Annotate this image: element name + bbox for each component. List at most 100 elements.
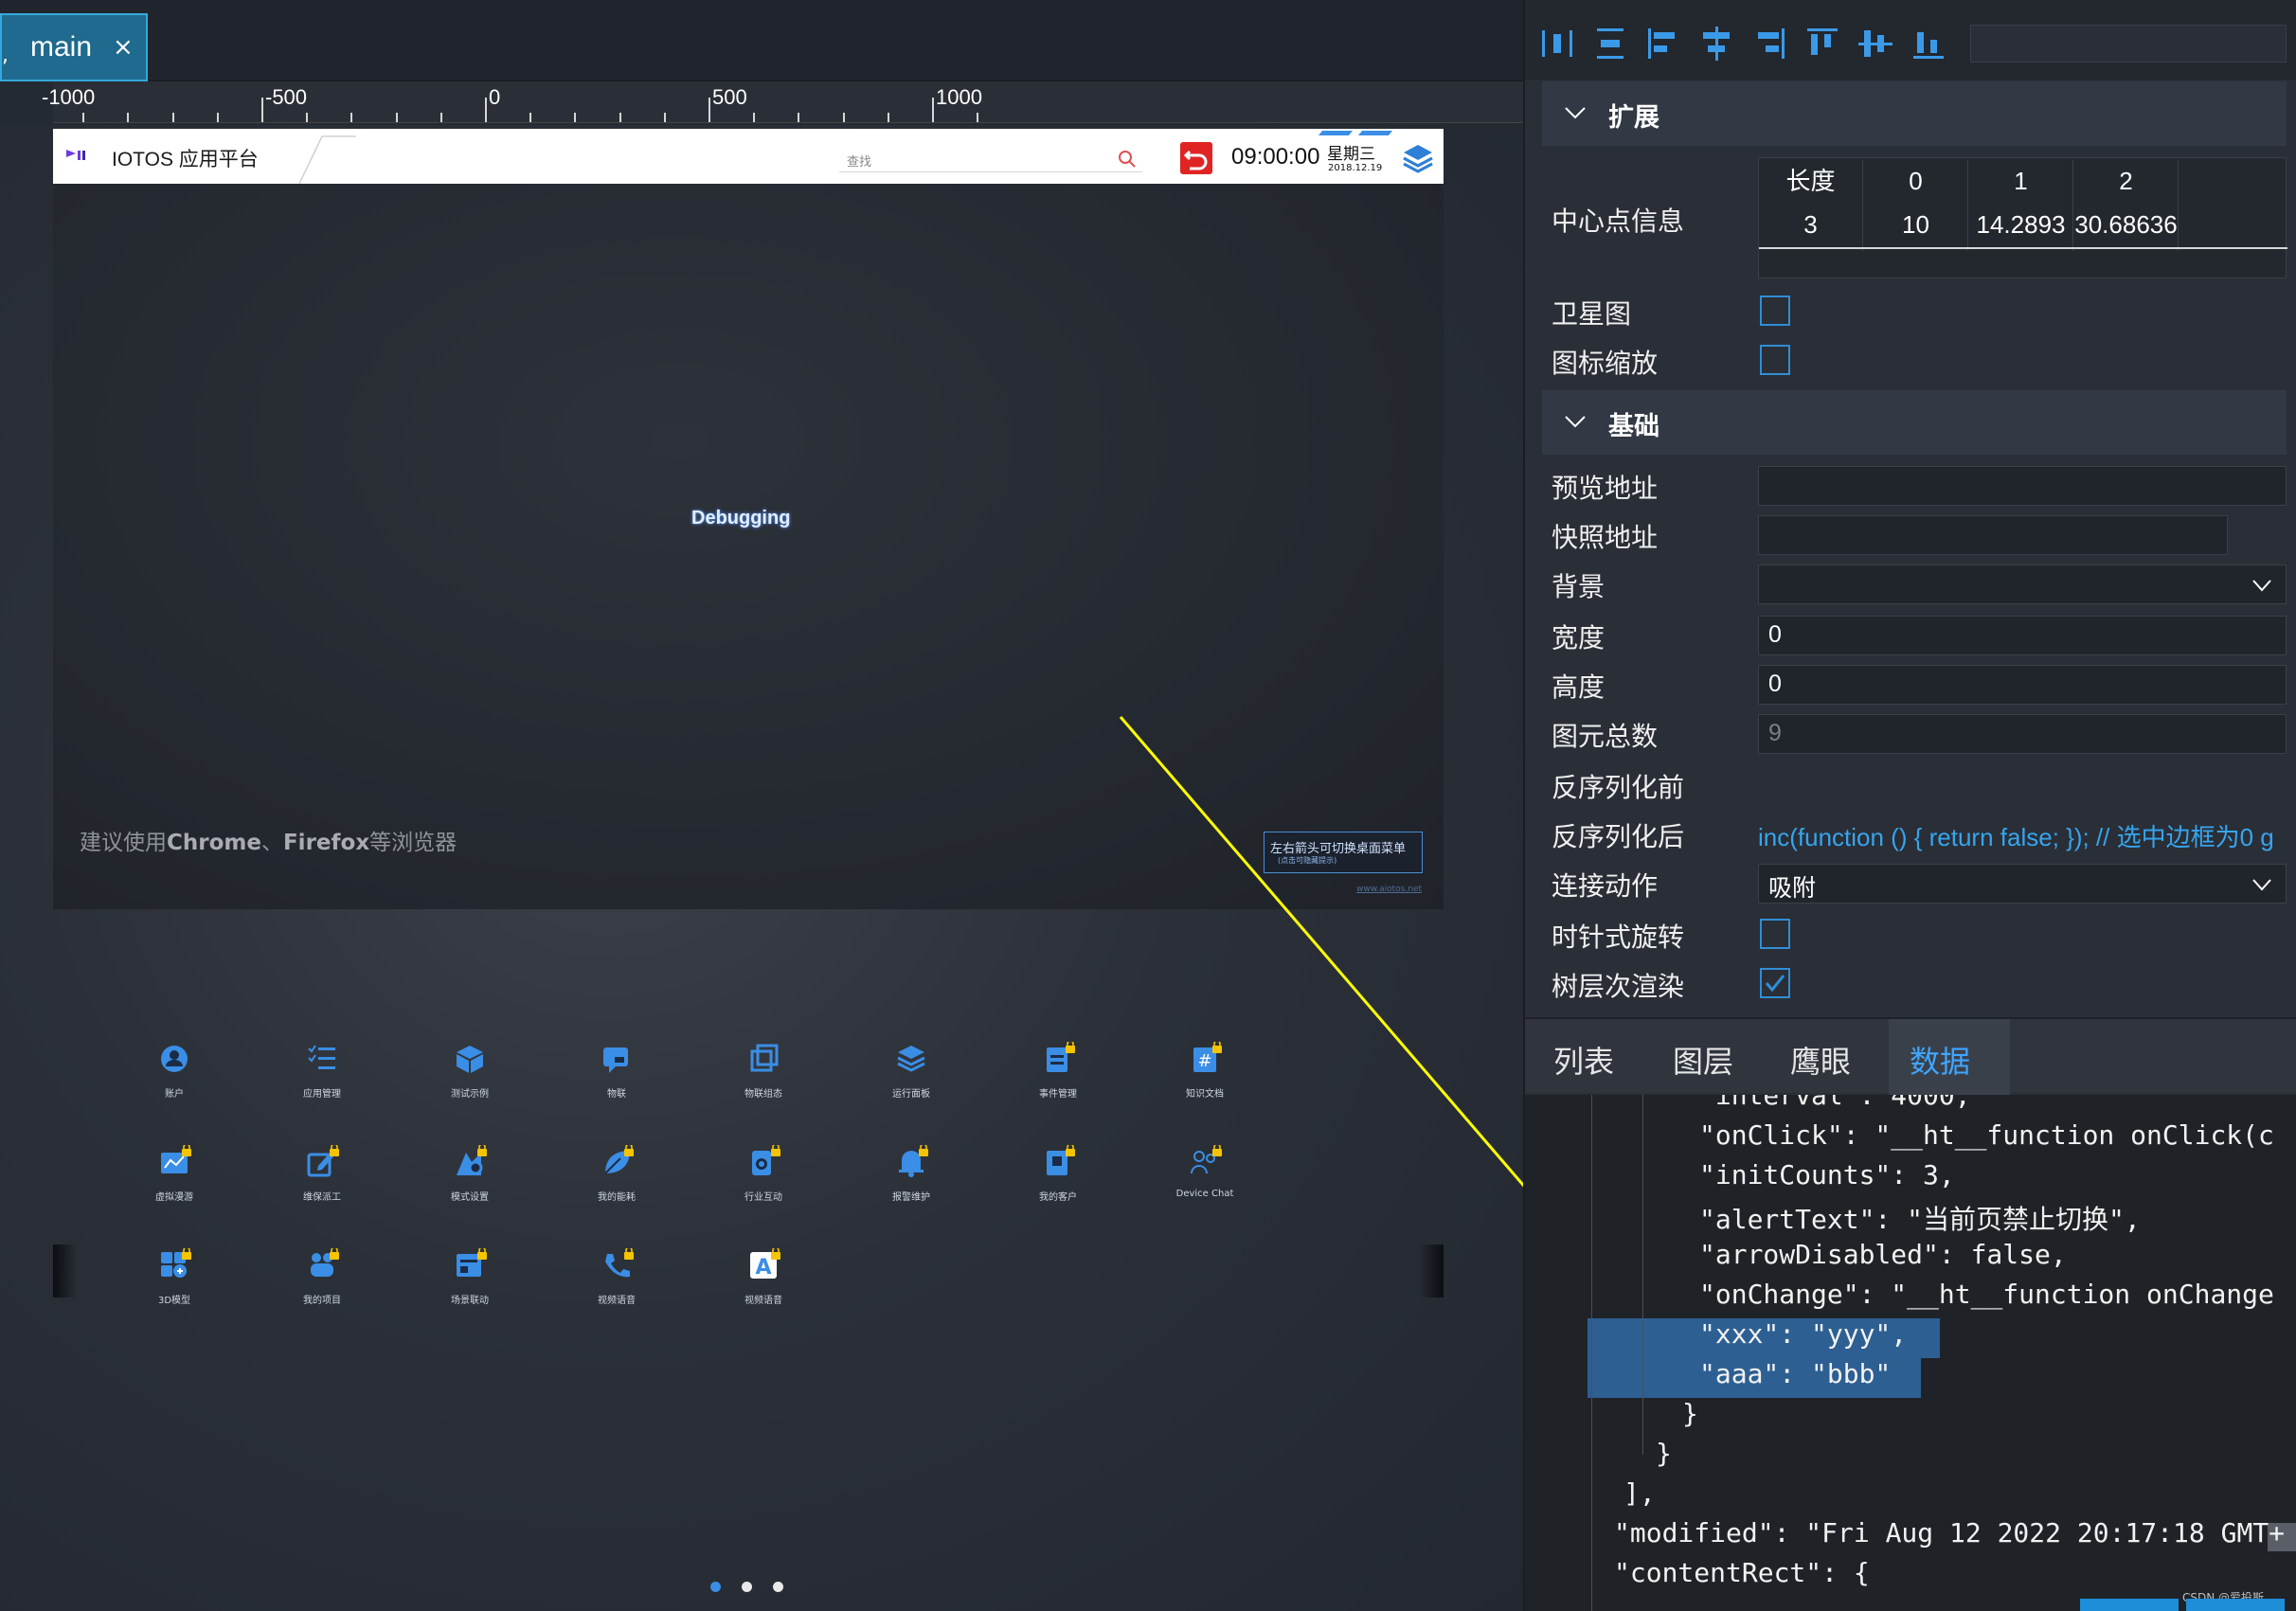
hint-bubble[interactable]: 左右箭头可切换桌面菜单 (点击可隐藏提示) — [1264, 832, 1423, 873]
desktop-app[interactable]: 运行面板 — [854, 1042, 968, 1108]
width-input[interactable]: 0 — [1758, 616, 2287, 655]
preview-url-input[interactable] — [1758, 466, 2287, 506]
desktop-app-label: 虚拟漫游 — [155, 1192, 193, 1203]
chevron-down-icon — [2252, 879, 2271, 891]
desktop-app[interactable]: 视频语音 — [560, 1246, 673, 1315]
lock-icon — [624, 1143, 634, 1156]
page-dot[interactable] — [742, 1582, 752, 1592]
align-middle-icon[interactable] — [1855, 23, 1896, 64]
search-placeholder: 查找 — [847, 155, 872, 170]
ruler-tick — [619, 113, 621, 122]
close-icon[interactable]: × — [113, 33, 134, 62]
align-right-icon[interactable] — [1749, 23, 1790, 64]
distribute-vertical-icon[interactable] — [1589, 23, 1631, 64]
background-select[interactable] — [1758, 564, 2287, 604]
align-center-icon[interactable] — [1695, 23, 1737, 64]
tab-layers[interactable]: 图层 — [1673, 1038, 1733, 1082]
desktop-app[interactable]: 应用管理 — [265, 1042, 379, 1108]
section-extend[interactable]: 扩展 — [1542, 81, 2287, 146]
table-cell[interactable]: 10 — [1864, 204, 1968, 251]
desktop-app[interactable]: # 知识文档 — [1148, 1040, 1262, 1108]
desktop-app-label: Device Chat — [1175, 1189, 1234, 1199]
desktop-app[interactable]: 我的能耗 — [560, 1143, 673, 1211]
search-input[interactable]: 查找 — [839, 146, 1142, 172]
desktop-app[interactable]: 模式设置 — [413, 1143, 527, 1211]
user-icon — [161, 1046, 188, 1072]
clipboard-icon — [1047, 1040, 1075, 1072]
satellite-checkbox[interactable] — [1760, 295, 1790, 326]
desktop-app-label: 账户 — [165, 1089, 184, 1100]
desktop-app[interactable]: 3D模型 — [117, 1246, 231, 1315]
desktop-app[interactable]: 账户 — [117, 1042, 231, 1108]
height-input[interactable]: 0 — [1758, 665, 2287, 705]
tree-render-checkbox[interactable] — [1760, 968, 1790, 998]
background-label: 背景 — [1552, 571, 1605, 602]
ruler-label: 500 — [712, 85, 747, 109]
preview-frame[interactable]: IOTOS 应用平台 查找 09:00:00 星期三 2018.12.19 De… — [53, 129, 1444, 909]
desktop-app[interactable]: 物联 — [560, 1042, 673, 1108]
icon-scale-checkbox[interactable] — [1760, 345, 1790, 375]
layers-icon[interactable] — [1402, 142, 1434, 174]
gear-person-icon — [457, 1143, 487, 1175]
connect-action-value: 吸附 — [1768, 875, 1817, 902]
preview-url-label: 预览地址 — [1552, 473, 1659, 504]
desktop-app[interactable]: Device Chat — [1148, 1143, 1262, 1211]
desktop-app[interactable]: 报警维护 — [854, 1143, 968, 1211]
align-left-icon[interactable] — [1642, 23, 1684, 64]
desktop-app-label: 维保派工 — [303, 1192, 341, 1203]
toolbar-input[interactable] — [1970, 25, 2287, 63]
table-cell[interactable]: 14.2893 — [1969, 204, 2073, 251]
desktop-app[interactable]: 我的项目 — [265, 1246, 379, 1315]
connect-action-select[interactable]: 吸附 — [1758, 864, 2287, 904]
panel-tabs: 列表 图层 鹰眼 数据 — [1525, 1017, 2296, 1095]
back-button[interactable] — [1180, 142, 1212, 174]
ruler-tick — [171, 113, 174, 122]
search-icon[interactable] — [1118, 150, 1137, 169]
after-deserialize-value[interactable]: inc(function () { return false; }); // 选… — [1758, 818, 2288, 853]
tip-sep: 、 — [260, 831, 283, 855]
tab-main[interactable]: , main × — [0, 13, 148, 81]
chart-icon — [161, 1143, 191, 1173]
page-dot[interactable] — [710, 1582, 721, 1592]
center-info-table[interactable]: 长度 0 1 2 3 10 14.2893 30.68636 — [1758, 157, 2287, 278]
lock-icon — [1212, 1040, 1222, 1053]
desktop-app[interactable]: 虚拟漫游 — [117, 1143, 231, 1211]
section-basic-title: 基础 — [1608, 412, 1659, 441]
table-cell[interactable]: 3 — [1759, 204, 1863, 251]
section-basic[interactable]: 基础 — [1542, 390, 2287, 455]
clockwise-checkbox[interactable] — [1760, 919, 1790, 949]
desktop-app[interactable]: 测试示例 — [413, 1042, 527, 1108]
ruler-tick — [439, 113, 442, 122]
lock-icon — [477, 1246, 487, 1260]
tab-data[interactable]: 数据 — [1910, 1038, 1970, 1082]
table-cell[interactable]: 30.68636 — [2074, 204, 2179, 251]
desktop-app[interactable]: A 视频语音 — [707, 1246, 820, 1315]
site-link[interactable]: www.aiotos.net — [1356, 885, 1422, 894]
desktop-app[interactable]: 维保派工 — [265, 1143, 379, 1211]
code-line: "xxx": "yyy", — [1699, 1318, 1908, 1350]
desktop-app[interactable]: 物联组态 — [707, 1042, 820, 1108]
desktop-app[interactable]: 我的客户 — [1001, 1143, 1115, 1211]
page-indicator — [710, 1582, 783, 1592]
ruler-tick — [261, 98, 263, 122]
tab-eagle-eye[interactable]: 鹰眼 — [1790, 1038, 1851, 1082]
ruler-label: 0 — [489, 85, 501, 109]
desktop-app[interactable]: 行业互动 — [707, 1143, 820, 1211]
json-code-editor[interactable]: CSDN @爱投斯 "interval": 4000, "onClick": "_… — [1525, 1095, 2296, 1611]
desktop-app[interactable]: 场景联动 — [413, 1246, 527, 1315]
lock-icon — [182, 1246, 191, 1260]
tab-list[interactable]: 列表 — [1553, 1038, 1614, 1082]
align-top-icon[interactable] — [1802, 23, 1843, 64]
chevron-down-icon — [2252, 580, 2271, 592]
bottom-buttons[interactable] — [2071, 1597, 2296, 1611]
align-bottom-icon[interactable] — [1908, 23, 1949, 64]
next-page-arrow[interactable] — [1419, 1244, 1444, 1298]
desktop-app[interactable]: 事件管理 — [1001, 1040, 1115, 1108]
tip-firefox: Firefox — [282, 831, 370, 855]
snapshot-url-input[interactable] — [1758, 515, 2228, 555]
ruler-tick — [709, 98, 710, 122]
page-dot[interactable] — [773, 1582, 783, 1592]
after-deserialize-label: 反序列化后 — [1552, 821, 1685, 852]
prev-page-arrow[interactable] — [53, 1244, 78, 1298]
distribute-horizontal-icon[interactable] — [1536, 23, 1578, 64]
